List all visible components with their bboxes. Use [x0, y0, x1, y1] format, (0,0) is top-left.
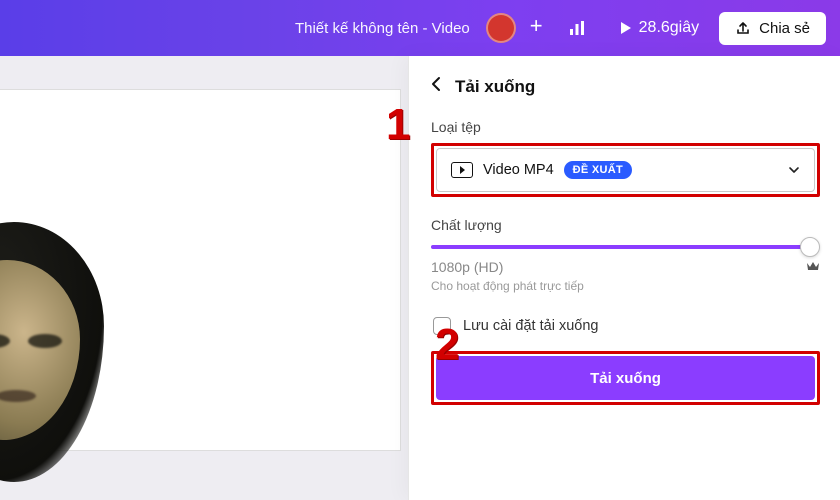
panel-title: Tải xuống: [455, 77, 535, 97]
slider-handle[interactable]: [800, 237, 820, 257]
download-button-highlight: Tải xuống: [431, 351, 820, 405]
analytics-button[interactable]: [557, 8, 597, 48]
quality-hint: Cho hoạt động phát trực tiếp: [431, 279, 820, 293]
file-type-label: Loại tệp: [431, 119, 820, 135]
crown-icon: [806, 260, 820, 275]
design-title: Thiết kế không tên - Video: [0, 20, 476, 37]
upload-icon: [735, 20, 751, 36]
video-subject: [0, 230, 130, 480]
download-panel: Tải xuống Loại tệp Video MP4 ĐỀ XUẤT Chấ…: [408, 56, 840, 500]
save-settings-label: Lưu cài đặt tải xuống: [463, 318, 598, 334]
quality-slider[interactable]: [431, 245, 814, 249]
add-button[interactable]: +: [526, 13, 547, 43]
duration-label: 28.6giây: [639, 19, 700, 37]
recording-indicator[interactable]: [486, 13, 516, 43]
top-toolbar: Thiết kế không tên - Video + 28.6giây Ch…: [0, 0, 840, 56]
video-file-icon: [451, 162, 473, 178]
design-canvas[interactable]: [0, 90, 400, 450]
quality-label: Chất lượng: [431, 217, 820, 233]
file-type-value: Video MP4: [483, 162, 554, 178]
play-duration-button[interactable]: 28.6giây: [607, 13, 710, 43]
chevron-left-icon: [431, 76, 441, 92]
file-type-select[interactable]: Video MP4 ĐỀ XUẤT: [436, 148, 815, 192]
play-icon: [617, 20, 633, 36]
file-type-highlight: Video MP4 ĐỀ XUẤT: [431, 143, 820, 197]
chevron-down-icon: [788, 161, 800, 179]
save-settings-checkbox[interactable]: [433, 317, 451, 335]
share-button[interactable]: Chia sẻ: [719, 12, 826, 45]
save-settings-row[interactable]: Lưu cài đặt tải xuống: [433, 317, 820, 335]
back-button[interactable]: [431, 76, 445, 97]
download-button[interactable]: Tải xuống: [436, 356, 815, 400]
recommended-badge: ĐỀ XUẤT: [564, 161, 632, 179]
quality-value: 1080p (HD): [431, 259, 503, 275]
share-label: Chia sẻ: [759, 20, 810, 37]
chart-icon: [567, 18, 587, 38]
